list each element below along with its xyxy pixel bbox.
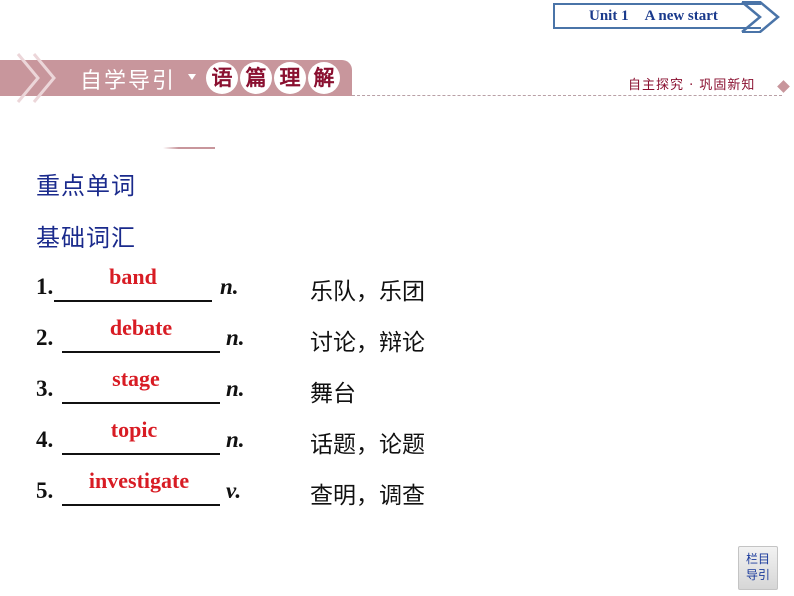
- unit-tab: Unit 1 A new start: [553, 3, 761, 29]
- double-chevron-right-icon: [16, 53, 56, 103]
- blank-line: [62, 402, 220, 404]
- subtitle-char: 解: [308, 62, 340, 94]
- section-subtitle: 语 篇 理 解: [206, 62, 340, 94]
- nav-button-line1: 栏目: [745, 552, 770, 566]
- meaning: 乐队，乐团: [310, 279, 425, 305]
- answer-word: stage: [112, 366, 160, 391]
- unit-number: Unit 1: [589, 8, 629, 24]
- meaning: 话题，论题: [310, 432, 425, 458]
- item-number: 5.: [36, 478, 54, 503]
- subtitle-char: 理: [274, 62, 306, 94]
- subtitle-char: 语: [206, 62, 238, 94]
- heading-basic-vocab: 基础词汇: [36, 224, 136, 252]
- item-number: 3.: [36, 376, 54, 401]
- double-chevron-right-icon: [741, 1, 780, 33]
- blank-line: [62, 351, 220, 353]
- meaning: 查明，调查: [310, 483, 425, 509]
- vocab-item: 5. investigate v. 查明，调查: [36, 468, 456, 509]
- header-caption: 自主探究 · 巩固新知: [628, 78, 756, 93]
- diamond-icon: [777, 80, 790, 93]
- unit-title: A new start: [644, 8, 718, 24]
- answer-word: debate: [109, 315, 173, 340]
- decorative-rule: [163, 147, 215, 149]
- meaning: 舞台: [310, 381, 356, 407]
- section-title: 自学导引: [80, 69, 177, 94]
- heading-key-words: 重点单词: [36, 172, 136, 200]
- part-of-speech: n.: [226, 427, 245, 452]
- part-of-speech: n.: [226, 325, 245, 350]
- column-guide-button[interactable]: 栏目 导引: [738, 546, 778, 590]
- blank-line: [62, 504, 220, 506]
- subtitle-char: 篇: [240, 62, 272, 94]
- vocab-item: 3. stage n. 舞台: [36, 366, 456, 407]
- item-number: 1.: [36, 274, 54, 299]
- part-of-speech: n.: [226, 376, 245, 401]
- part-of-speech: n.: [220, 274, 239, 299]
- item-number: 4.: [36, 427, 54, 452]
- blank-line: [62, 453, 220, 455]
- blank-line: [54, 300, 212, 302]
- answer-word: investigate: [88, 468, 190, 493]
- triangle-down-icon: [188, 74, 196, 80]
- item-number: 2.: [36, 325, 54, 350]
- unit-label: Unit 1 A new start: [589, 8, 718, 25]
- part-of-speech: v.: [226, 478, 242, 503]
- vocab-item: 1. band n. 乐队，乐团: [36, 264, 456, 305]
- header-divider: [352, 95, 782, 96]
- nav-button-line2: 导引: [745, 568, 770, 582]
- answer-word: band: [109, 264, 157, 289]
- vocab-item: 4. topic n. 话题，论题: [36, 417, 456, 458]
- vocab-item: 2. debate n. 讨论，辩论: [36, 315, 456, 356]
- meaning: 讨论，辩论: [310, 330, 425, 356]
- answer-word: topic: [110, 417, 158, 442]
